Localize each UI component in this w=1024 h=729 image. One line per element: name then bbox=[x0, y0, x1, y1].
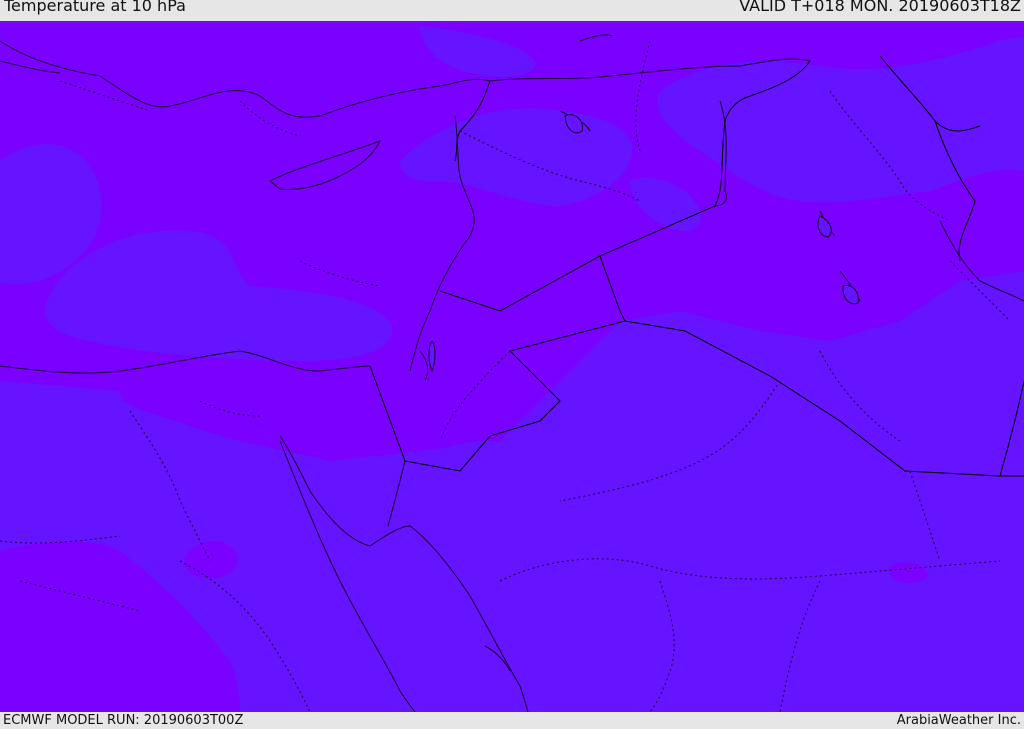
footer-bar: ECMWF MODEL RUN: 20190603T00Z ArabiaWeat… bbox=[0, 712, 1024, 729]
model-run-label: ECMWF MODEL RUN: 20190603T00Z bbox=[3, 713, 244, 728]
header-bar: Temperature at 10 hPa VALID T+018 MON. 2… bbox=[0, 0, 1024, 21]
map-title: Temperature at 10 hPa bbox=[4, 0, 186, 15]
weather-map[interactable] bbox=[0, 21, 1024, 712]
valid-time: VALID T+018 MON. 20190603T18Z bbox=[739, 0, 1021, 15]
map-canvas bbox=[0, 21, 1024, 712]
credit-label: ArabiaWeather Inc. bbox=[896, 713, 1021, 728]
